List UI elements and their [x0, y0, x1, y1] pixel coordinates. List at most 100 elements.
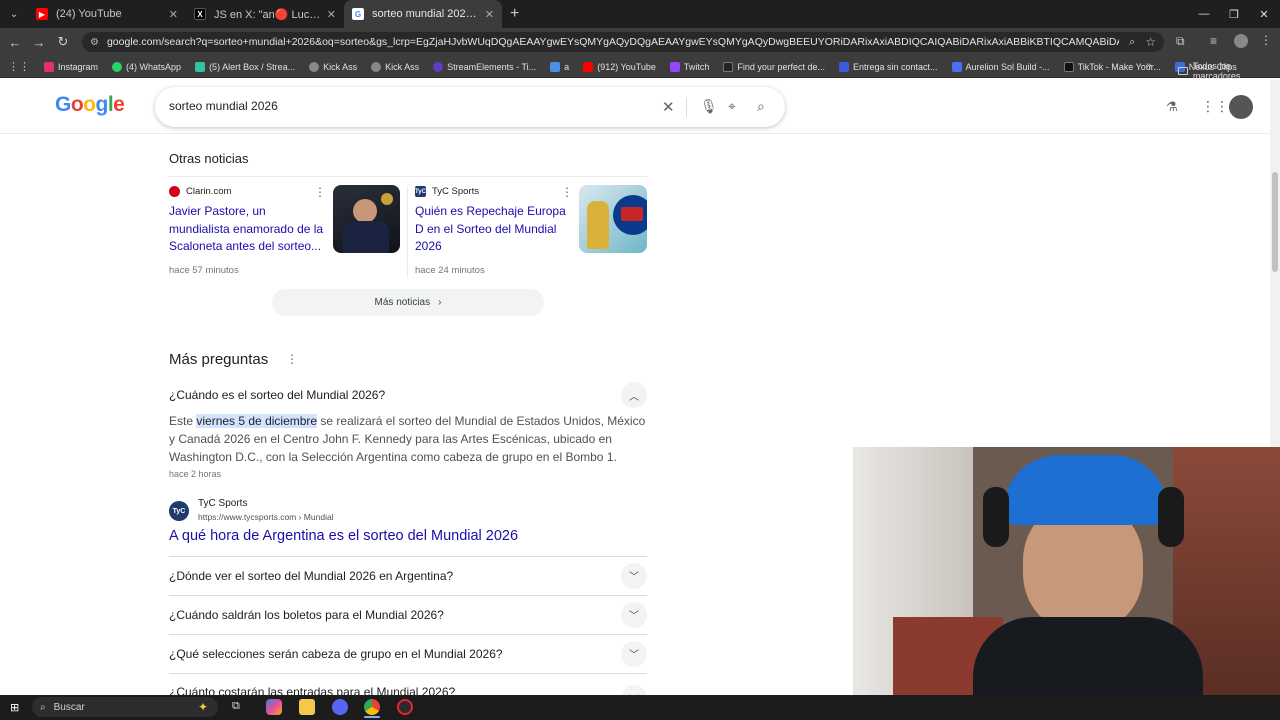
- instagram-icon: [44, 61, 54, 72]
- chevron-up-icon[interactable]: ︿: [621, 382, 647, 408]
- bookmark-item[interactable]: Kick Ass: [371, 61, 419, 72]
- globe-icon: [371, 61, 382, 72]
- microphone-icon[interactable]: 🎙: [700, 98, 718, 115]
- search-icon[interactable]: ⌕: [757, 98, 765, 115]
- more-news-button[interactable]: Más noticias ›: [272, 289, 544, 316]
- bookmark-item[interactable]: Kick Ass: [309, 61, 357, 72]
- paa-heading: Más preguntas: [169, 351, 269, 368]
- paa-question[interactable]: ¿Qué selecciones serán cabeza de grupo e…: [169, 634, 647, 672]
- twitch-icon: [669, 61, 680, 72]
- tyc-sports-icon: TyC: [415, 186, 426, 197]
- close-tab-icon[interactable]: ✕: [169, 8, 178, 21]
- media-icon[interactable]: ≡: [1210, 34, 1217, 48]
- bookmark-item[interactable]: Aurelion Sol Build -...: [951, 61, 1050, 72]
- close-tab-icon[interactable]: ✕: [485, 8, 494, 21]
- chevron-down-icon[interactable]: ﹀: [621, 685, 647, 695]
- discord-icon[interactable]: [332, 699, 348, 715]
- new-tab-button[interactable]: +: [510, 5, 519, 23]
- tab-title: JS en X: "an🔴 Lucas Rodríguez: [214, 8, 321, 21]
- bookmark-item[interactable]: (5) Alert Box / Strea...: [195, 61, 295, 72]
- search-box[interactable]: sorteo mundial 2026 ✕ 🎙 ⌖ ⌕: [155, 87, 785, 127]
- bookmark-item[interactable]: StreamElements - Ti...: [433, 61, 536, 72]
- file-explorer-icon[interactable]: [299, 699, 315, 715]
- taskbar-search[interactable]: ⌕ Buscar ✦: [32, 697, 218, 717]
- more-options-icon[interactable]: ⋮: [314, 185, 326, 199]
- chevron-down-icon[interactable]: ﹀: [621, 640, 647, 667]
- result-title-link[interactable]: A qué hora de Argentina es el sorteo del…: [169, 528, 518, 544]
- youtube-icon: ▶: [36, 8, 48, 20]
- extensions-icon[interactable]: ⧉: [1176, 34, 1185, 49]
- result-url[interactable]: https://www.tycsports.com › Mundial: [198, 512, 334, 522]
- bookmark-item[interactable]: Instagram: [44, 61, 98, 72]
- tab-search-icon[interactable]: ⌄: [0, 0, 28, 28]
- answer-snippet: Este viernes 5 de diciembre se realizará…: [169, 414, 646, 464]
- url-text: google.com/search?q=sorteo+mundial+2026&…: [106, 36, 1119, 48]
- tab-x[interactable]: X JS en X: "an🔴 Lucas Rodríguez ✕: [186, 0, 344, 28]
- bookmark-star-icon[interactable]: ☆: [1145, 35, 1156, 49]
- all-bookmarks-folder[interactable]: Todos los marcadores: [1178, 61, 1280, 81]
- bookmark-item[interactable]: (912) YouTube: [583, 61, 656, 72]
- bookmark-icon: [550, 61, 561, 72]
- google-logo[interactable]: Google: [55, 93, 125, 117]
- bookmark-item[interactable]: Entrega sin contact...: [838, 61, 938, 72]
- close-window-icon[interactable]: ✕: [1248, 0, 1280, 28]
- paa-question[interactable]: ¿Dónde ver el sorteo del Mundial 2026 en…: [169, 556, 647, 594]
- reload-icon[interactable]: ↻: [51, 28, 75, 56]
- search-highlight-icon: ✦: [197, 700, 208, 714]
- news-thumbnail[interactable]: [579, 185, 647, 253]
- search-input[interactable]: sorteo mundial 2026: [169, 99, 278, 113]
- clear-icon[interactable]: ✕: [662, 98, 675, 116]
- chevron-right-icon: ›: [438, 297, 442, 308]
- camera-search-icon[interactable]: ⌖: [728, 98, 736, 115]
- back-icon[interactable]: ←: [3, 28, 27, 56]
- result-source: TyC Sports: [198, 498, 248, 509]
- apps-grid-icon[interactable]: ⋮⋮: [8, 60, 30, 73]
- bookmark-item[interactable]: Twitch: [669, 61, 709, 72]
- paa-question[interactable]: ¿Cuánto costarán las entradas para el Mu…: [169, 673, 647, 695]
- address-bar[interactable]: ⚙ google.com/search?q=sorteo+mundial+202…: [82, 32, 1164, 52]
- bookmarks-bar: ⋮⋮ Instagram (4) WhatsApp (5) Alert Box …: [0, 56, 1280, 78]
- task-view-icon[interactable]: ⧉: [232, 700, 248, 716]
- bookmark-item[interactable]: Find your perfect de...: [723, 61, 825, 72]
- forward-icon[interactable]: →: [27, 28, 51, 56]
- more-bookmarks-icon[interactable]: »: [1146, 60, 1152, 71]
- chevron-down-icon[interactable]: ﹀: [621, 601, 647, 628]
- more-options-icon[interactable]: ⋮: [561, 185, 573, 199]
- more-news-label: Más noticias: [374, 297, 431, 308]
- chevron-down-icon[interactable]: ﹀: [621, 562, 647, 589]
- paa-question-expanded[interactable]: ¿Cuándo es el sorteo del Mundial 2026? ︿: [169, 376, 647, 414]
- chrome-menu-icon[interactable]: ⋮: [1260, 33, 1272, 47]
- close-tab-icon[interactable]: ✕: [327, 8, 336, 21]
- obs-icon[interactable]: [397, 699, 413, 715]
- site-info-icon[interactable]: ⚙: [90, 37, 99, 48]
- webcam-overlay: [853, 447, 1280, 695]
- news-title-link[interactable]: Quién es Repechaje Europa D en el Sorteo…: [415, 203, 570, 256]
- bookmark-item[interactable]: a: [550, 61, 569, 72]
- tyc-sports-icon: TyC: [169, 501, 189, 521]
- google-apps-icon[interactable]: ⋮⋮: [1201, 98, 1229, 115]
- news-time: hace 24 minutos: [415, 265, 485, 276]
- chrome-icon[interactable]: [364, 699, 380, 715]
- scrollbar-thumb[interactable]: [1272, 172, 1278, 272]
- news-thumbnail[interactable]: [333, 185, 400, 253]
- globe-icon: [309, 61, 320, 72]
- profile-avatar[interactable]: [1234, 34, 1248, 48]
- taskbar-search-label: Buscar: [53, 701, 85, 713]
- account-avatar[interactable]: [1229, 95, 1253, 119]
- copilot-icon[interactable]: [266, 699, 282, 715]
- bookmark-item[interactable]: (4) WhatsApp: [112, 61, 181, 72]
- news-source: TyC TyC Sports: [415, 186, 479, 197]
- labs-flask-icon[interactable]: ⚗: [1166, 99, 1178, 115]
- paa-question[interactable]: ¿Cuándo saldrán los boletos para el Mund…: [169, 595, 647, 633]
- restore-icon[interactable]: ❐: [1218, 0, 1250, 28]
- more-options-icon[interactable]: ⋮: [286, 352, 298, 366]
- tab-google-search[interactable]: G sorteo mundial 2026 - Buscar c ✕: [344, 0, 502, 28]
- youtube-icon: [583, 61, 594, 72]
- windows-start-icon[interactable]: ⊞: [10, 701, 19, 714]
- tab-youtube[interactable]: ▶ (24) YouTube ✕: [28, 0, 186, 28]
- minimize-icon[interactable]: —: [1188, 0, 1220, 28]
- zoom-icon[interactable]: ⌕: [1129, 36, 1135, 49]
- news-title-link[interactable]: Javier Pastore, un mundialista enamorado…: [169, 203, 324, 256]
- tab-title: sorteo mundial 2026 - Buscar c: [372, 8, 479, 20]
- google-icon: G: [352, 8, 364, 20]
